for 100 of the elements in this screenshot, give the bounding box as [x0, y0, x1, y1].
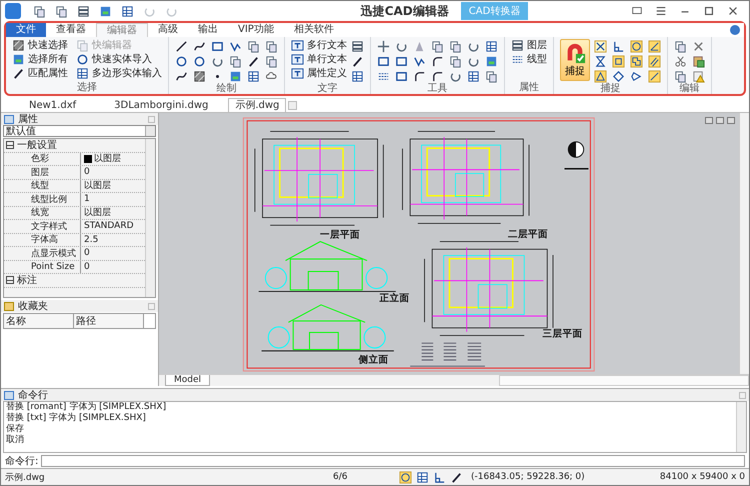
- copy-icon[interactable]: [265, 40, 278, 53]
- endpoint-snap-icon[interactable]: [594, 40, 607, 53]
- layers-icon[interactable]: [351, 40, 364, 53]
- rectangle-icon[interactable]: [211, 40, 224, 53]
- property-value[interactable]: 1: [84, 194, 90, 204]
- copy-icon[interactable]: [431, 40, 444, 53]
- ribbon-button[interactable]: 线型: [511, 53, 547, 66]
- menu-icon[interactable]: [655, 5, 667, 17]
- paste-properties-icon[interactable]: [692, 70, 705, 83]
- triangle-snap-icon[interactable]: [594, 70, 607, 83]
- ribbon-button[interactable]: 快速实体导入: [76, 53, 162, 66]
- ribbon-button[interactable]: 匹配属性: [12, 67, 68, 80]
- fillet-icon[interactable]: [431, 70, 444, 83]
- document-tab[interactable]: 示例.dwg: [228, 98, 286, 112]
- maximize-icon[interactable]: [703, 5, 715, 17]
- help-icon[interactable]: [730, 25, 740, 35]
- table-icon[interactable]: [351, 70, 364, 83]
- copy-icon[interactable]: [674, 70, 687, 83]
- ribbon-button[interactable]: 图层: [511, 39, 547, 52]
- column-header[interactable]: 名称: [4, 314, 74, 328]
- copy-icon[interactable]: [449, 40, 462, 53]
- circle-icon[interactable]: [193, 55, 206, 68]
- quadrant-snap-icon[interactable]: [612, 70, 625, 83]
- ribbon-tab[interactable]: 高级: [148, 23, 188, 37]
- property-value[interactable]: 0: [84, 248, 90, 258]
- scrollbar[interactable]: [499, 375, 749, 386]
- ribbon-button[interactable]: 属性定义: [291, 67, 347, 80]
- move-icon[interactable]: [377, 40, 390, 53]
- table-icon[interactable]: [485, 40, 498, 53]
- pencil-icon[interactable]: [450, 470, 463, 484]
- ribbon-button[interactable]: 快速选择: [12, 39, 68, 52]
- property-value[interactable]: 0: [84, 167, 90, 178]
- property-value[interactable]: 以图层: [94, 152, 121, 166]
- copy-icon[interactable]: [485, 70, 498, 83]
- image-icon[interactable]: [229, 70, 242, 83]
- rectangle-icon[interactable]: [395, 70, 408, 83]
- copy-icon[interactable]: [247, 40, 260, 53]
- feedback-icon[interactable]: [631, 5, 643, 17]
- ribbon-tab[interactable]: 相关软件: [284, 23, 344, 37]
- table-icon[interactable]: [247, 70, 260, 83]
- table-icon[interactable]: [416, 470, 429, 484]
- expand-toggle-icon[interactable]: [6, 276, 14, 284]
- scrollbar[interactable]: [739, 113, 749, 374]
- hatch-icon[interactable]: [193, 70, 206, 83]
- copy-icon[interactable]: [265, 55, 278, 68]
- rotate-icon[interactable]: [467, 55, 480, 68]
- ribbon-tab[interactable]: VIP功能: [228, 23, 284, 37]
- ribbon-tab[interactable]: 输出: [188, 23, 228, 37]
- delete-icon[interactable]: [692, 40, 705, 53]
- cut-icon[interactable]: [674, 55, 687, 68]
- ribbon-tab[interactable]: 文件: [6, 23, 46, 37]
- scrollbar[interactable]: [145, 139, 155, 297]
- ribbon-button[interactable]: 单行文本: [291, 53, 347, 66]
- ribbon-button[interactable]: 选择所有: [12, 53, 68, 66]
- midpoint-snap-icon[interactable]: [612, 55, 625, 68]
- ribbon-button[interactable]: 多边形实体输入: [76, 67, 162, 80]
- fillet-icon[interactable]: [413, 70, 426, 83]
- property-value[interactable]: 0: [84, 262, 90, 272]
- ribbon-button[interactable]: 多行文本: [291, 39, 347, 52]
- nearest-snap-icon[interactable]: [630, 70, 643, 83]
- image-icon[interactable]: [485, 55, 498, 68]
- spline-icon[interactable]: [175, 70, 188, 83]
- ribbon-tab[interactable]: 查看器: [46, 23, 96, 37]
- tangent-snap-icon[interactable]: [648, 40, 661, 53]
- expand-toggle-icon[interactable]: [6, 141, 14, 150]
- snap-button[interactable]: 捕捉: [560, 39, 590, 81]
- rotate-icon[interactable]: [395, 40, 408, 53]
- rectangle-icon[interactable]: [395, 55, 408, 68]
- extension-snap-icon[interactable]: [648, 70, 661, 83]
- center-snap-icon[interactable]: [630, 40, 643, 53]
- node-snap-icon[interactable]: [630, 55, 643, 68]
- polyline-icon[interactable]: [413, 55, 426, 68]
- center-snap-icon[interactable]: [399, 470, 412, 484]
- parallel-snap-icon[interactable]: [648, 55, 661, 68]
- property-value[interactable]: 以图层: [84, 179, 111, 192]
- fillet-icon[interactable]: [431, 55, 444, 68]
- scrollbar[interactable]: [736, 402, 746, 452]
- property-value[interactable]: 以图层: [84, 206, 111, 220]
- rotate-icon[interactable]: [449, 70, 462, 83]
- column-header[interactable]: 路径: [74, 314, 144, 328]
- spline-icon[interactable]: [193, 40, 206, 53]
- rotate-icon[interactable]: [211, 55, 224, 68]
- layout-tab[interactable]: Model: [165, 375, 210, 386]
- property-value[interactable]: STANDARD: [84, 221, 134, 232]
- paste-icon[interactable]: [692, 55, 705, 68]
- defaults-dropdown[interactable]: 默认值: [3, 125, 156, 137]
- intersection-snap-icon[interactable]: [594, 55, 607, 68]
- polyline-icon[interactable]: [229, 40, 242, 53]
- ribbon-tab[interactable]: 编辑器: [96, 23, 148, 37]
- document-tab[interactable]: 3DLamborgini.dwg: [96, 99, 226, 112]
- copy-icon[interactable]: [674, 40, 687, 53]
- copy-icon[interactable]: [449, 55, 462, 68]
- perpendicular-snap-icon[interactable]: [433, 470, 446, 484]
- copy-icon[interactable]: [229, 55, 242, 68]
- circle-icon[interactable]: [175, 55, 188, 68]
- document-tab[interactable]: New1.dxf: [11, 99, 94, 112]
- pencil-icon[interactable]: [351, 55, 364, 68]
- rotate-icon[interactable]: [467, 40, 480, 53]
- table-icon[interactable]: [467, 70, 480, 83]
- property-value[interactable]: 2.5: [84, 234, 98, 245]
